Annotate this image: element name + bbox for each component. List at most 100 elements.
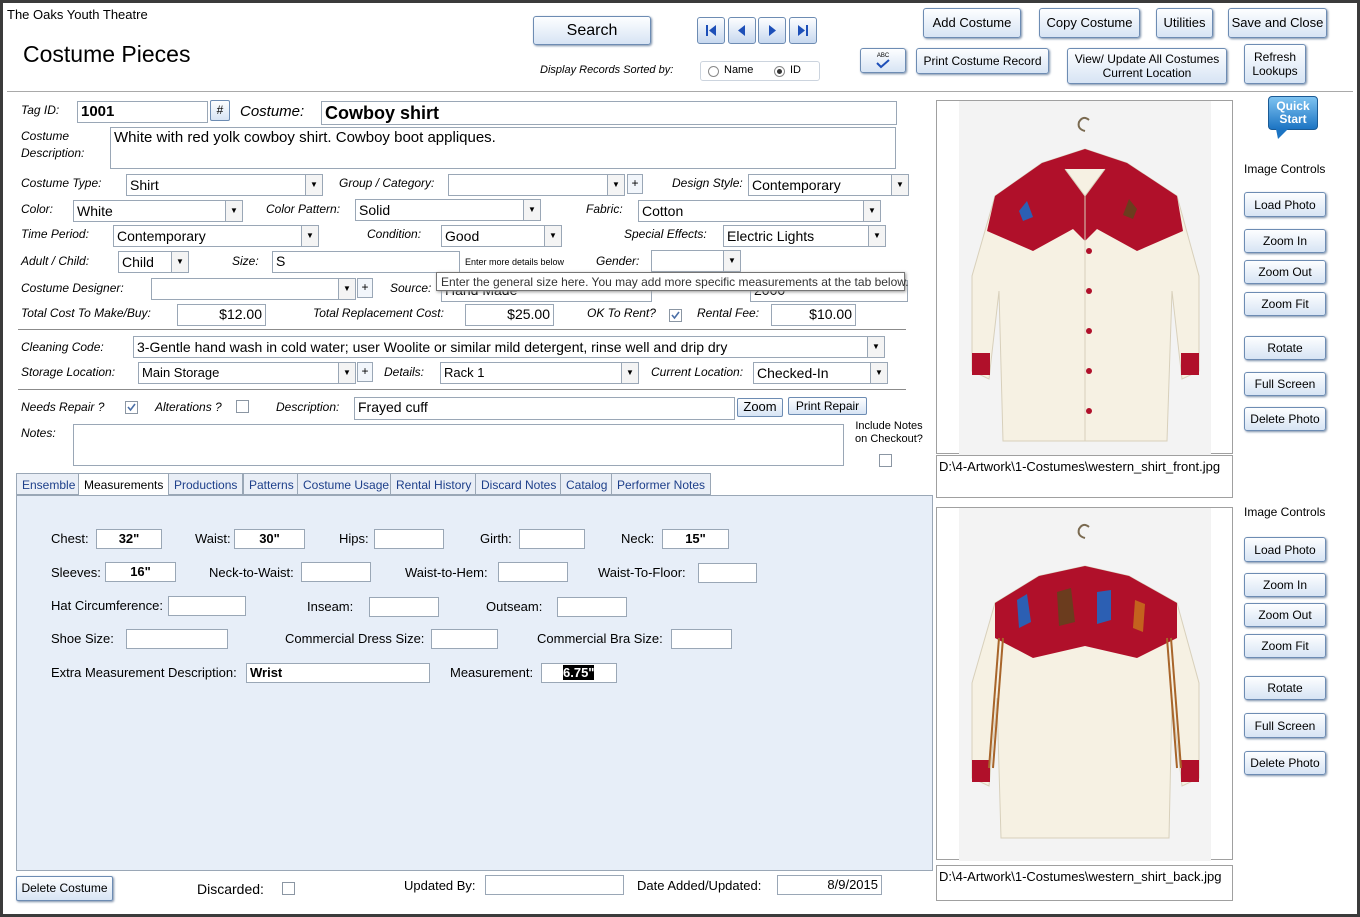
extra-measurement-input[interactable]: Wrist (246, 663, 430, 683)
next-record-button[interactable] (758, 17, 786, 44)
alterations-checkbox[interactable] (236, 400, 249, 413)
front-zoom-fit-button[interactable]: Zoom Fit (1244, 292, 1326, 316)
fabric-select[interactable]: Cotton ▼ (638, 200, 881, 222)
add-group-button[interactable]: + (627, 174, 643, 194)
spell-check-button[interactable]: ABC (860, 48, 906, 73)
sort-name-radio[interactable] (708, 66, 719, 77)
replacement-cost-input[interactable]: $25.00 (465, 304, 554, 326)
shoe-size-input[interactable] (126, 629, 228, 649)
gender-select[interactable]: ▼ (651, 250, 741, 272)
sleeves-input[interactable]: 16" (105, 562, 176, 582)
commercial-dress-size-input[interactable] (431, 629, 498, 649)
date-updated-input[interactable]: 8/9/2015 (777, 875, 882, 895)
neck-to-waist-input[interactable] (301, 562, 371, 582)
add-costume-button[interactable]: Add Costume (923, 8, 1021, 38)
sort-id-radio[interactable] (774, 66, 785, 77)
add-storage-button[interactable]: + (357, 362, 373, 382)
designer-select[interactable]: ▼ (151, 278, 356, 300)
print-record-button[interactable]: Print Costume Record (916, 48, 1049, 74)
header-divider (7, 91, 1353, 92)
last-record-button[interactable] (789, 17, 817, 44)
back-photo-frame[interactable] (936, 507, 1233, 861)
condition-select[interactable]: Good ▼ (441, 225, 562, 247)
back-load-photo-button[interactable]: Load Photo (1244, 537, 1326, 562)
front-full-screen-button[interactable]: Full Screen (1244, 372, 1326, 396)
outseam-input[interactable] (557, 597, 627, 617)
time-period-select[interactable]: Contemporary ▼ (113, 225, 319, 247)
back-zoom-out-button[interactable]: Zoom Out (1244, 603, 1326, 627)
total-cost-input[interactable]: $12.00 (177, 304, 266, 326)
utilities-button[interactable]: Utilities (1156, 8, 1213, 38)
delete-costume-button[interactable]: Delete Costume (16, 876, 113, 901)
description-input[interactable]: White with red yolk cowboy shirt. Cowboy… (110, 127, 896, 169)
chest-input[interactable]: 32" (96, 529, 162, 549)
design-style-select[interactable]: Contemporary ▼ (748, 174, 909, 196)
front-zoom-in-button[interactable]: Zoom In (1244, 229, 1326, 253)
copy-costume-button[interactable]: Copy Costume (1039, 8, 1140, 38)
tab-rental-history[interactable]: Rental History (390, 473, 478, 495)
waist-to-hem-input[interactable] (498, 562, 568, 582)
back-full-screen-button[interactable]: Full Screen (1244, 713, 1326, 738)
front-zoom-out-button[interactable]: Zoom Out (1244, 260, 1326, 284)
tab-catalog[interactable]: Catalog (560, 473, 614, 495)
color-label: Color: (21, 202, 54, 216)
tab-performer-notes[interactable]: Performer Notes (611, 473, 712, 495)
commercial-bra-size-input[interactable] (671, 629, 732, 649)
front-load-photo-button[interactable]: Load Photo (1244, 192, 1326, 217)
inseam-input[interactable] (369, 597, 439, 617)
ok-to-rent-checkbox[interactable] (669, 309, 682, 322)
tag-id-input[interactable]: 1001 (77, 101, 208, 123)
print-repair-button[interactable]: Print Repair (788, 397, 867, 415)
back-zoom-fit-button[interactable]: Zoom Fit (1244, 634, 1326, 658)
current-location-select[interactable]: Checked-In ▼ (753, 362, 888, 384)
add-designer-button[interactable]: + (357, 278, 373, 298)
hips-input[interactable] (374, 529, 444, 549)
front-rotate-button[interactable]: Rotate (1244, 336, 1326, 360)
tab-ensemble[interactable]: Ensemble (16, 473, 82, 495)
costume-name-input[interactable]: Cowboy shirt (321, 101, 897, 125)
first-record-button[interactable] (697, 17, 725, 44)
details-label: Details: (384, 365, 425, 379)
discarded-checkbox[interactable] (282, 882, 295, 895)
color-select[interactable]: White ▼ (73, 200, 243, 222)
group-select[interactable]: ▼ (448, 174, 625, 196)
tag-number-button[interactable]: # (210, 100, 230, 121)
waist-to-floor-input[interactable] (698, 563, 757, 583)
adult-child-select[interactable]: Child ▼ (118, 251, 189, 273)
front-photo-frame[interactable] (936, 100, 1233, 455)
updated-by-input[interactable] (485, 875, 624, 895)
measurement-input[interactable]: 6.75" (541, 663, 617, 683)
repair-description-input[interactable]: Frayed cuff (354, 397, 735, 420)
quick-start-button[interactable]: Quick Start (1268, 96, 1318, 130)
save-close-button[interactable]: Save and Close (1228, 8, 1327, 38)
neck-input[interactable]: 15" (662, 529, 729, 549)
search-button[interactable]: Search (533, 16, 651, 45)
girth-input[interactable] (519, 529, 585, 549)
tab-patterns[interactable]: Patterns (243, 473, 300, 495)
notes-input[interactable] (73, 424, 844, 466)
back-rotate-button[interactable]: Rotate (1244, 676, 1326, 700)
tab-productions[interactable]: Productions (168, 473, 244, 495)
tab-measurements[interactable]: Measurements (78, 473, 170, 496)
include-notes-checkbox[interactable] (879, 454, 892, 467)
previous-record-button[interactable] (728, 17, 756, 44)
tab-costume-usage[interactable]: Costume Usage (297, 473, 396, 495)
costume-type-select[interactable]: Shirt ▼ (126, 174, 323, 196)
storage-location-select[interactable]: Main Storage ▼ (138, 362, 356, 384)
cleaning-code-select[interactable]: 3-Gentle hand wash in cold water; user W… (133, 336, 885, 358)
size-input[interactable]: S (272, 251, 460, 273)
waist-input[interactable]: 30" (234, 529, 305, 549)
hat-circumference-input[interactable] (168, 596, 246, 616)
back-zoom-in-button[interactable]: Zoom In (1244, 573, 1326, 597)
back-delete-photo-button[interactable]: Delete Photo (1244, 751, 1326, 775)
tab-discard-notes[interactable]: Discard Notes (475, 473, 563, 495)
rental-fee-input[interactable]: $10.00 (771, 304, 856, 326)
needs-repair-checkbox[interactable] (125, 401, 138, 414)
front-delete-photo-button[interactable]: Delete Photo (1244, 407, 1326, 431)
zoom-description-button[interactable]: Zoom (737, 398, 783, 417)
refresh-lookups-button[interactable]: Refresh Lookups (1244, 44, 1306, 84)
view-update-locations-button[interactable]: View/ Update All Costumes Current Locati… (1067, 48, 1227, 84)
color-pattern-select[interactable]: Solid ▼ (355, 199, 541, 221)
special-effects-select[interactable]: Electric Lights ▼ (723, 225, 886, 247)
details-select[interactable]: Rack 1 ▼ (440, 362, 639, 384)
